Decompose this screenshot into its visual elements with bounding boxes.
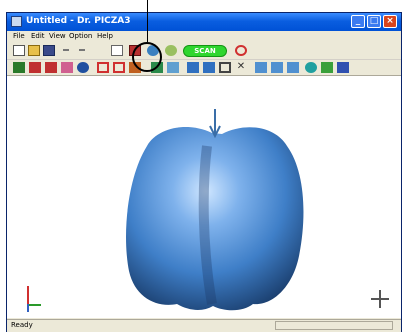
delete-icon[interactable]: ✕ — [235, 62, 247, 73]
move-icon[interactable] — [287, 62, 299, 73]
window-title: Untitled - Dr. PICZA3 — [26, 16, 131, 26]
move-icon[interactable] — [187, 62, 199, 73]
new-file-icon[interactable] — [13, 45, 25, 56]
menu-view[interactable]: View — [49, 32, 66, 40]
status-bar: Ready — [7, 319, 401, 332]
menu-help[interactable]: Help — [97, 32, 113, 40]
separator-icon — [63, 49, 69, 51]
select-icon[interactable] — [61, 62, 73, 73]
save-icon[interactable] — [43, 45, 55, 56]
move-icon[interactable] — [255, 62, 267, 73]
status-text: Ready — [11, 321, 33, 329]
minimize-button[interactable]: _ — [351, 15, 365, 28]
sphere-icon[interactable] — [77, 62, 89, 73]
close-button[interactable]: × — [383, 15, 397, 28]
callout-line — [147, 0, 148, 42]
move-icon[interactable] — [203, 62, 215, 73]
main-toolbar: SCAN — [7, 43, 401, 60]
menu-option[interactable]: Option — [69, 32, 92, 40]
scanned-object — [126, 109, 304, 311]
view-icon[interactable] — [337, 62, 349, 73]
callout-circle — [132, 42, 162, 72]
status-panel — [275, 321, 393, 330]
maximize-button[interactable]: □ — [367, 15, 381, 28]
zoom-icon[interactable] — [219, 62, 231, 73]
axes-icon — [21, 286, 45, 312]
view-icon[interactable] — [167, 62, 179, 73]
view-icon[interactable] — [165, 45, 177, 56]
sphere-icon[interactable] — [305, 62, 317, 73]
zoom-icon[interactable] — [235, 45, 247, 56]
select-icon[interactable] — [45, 62, 57, 73]
axes-icon[interactable] — [13, 62, 25, 73]
view-icon[interactable] — [321, 62, 333, 73]
app-icon — [11, 16, 22, 27]
select-icon[interactable] — [29, 62, 41, 73]
title-bar[interactable]: Untitled - Dr. PICZA3 _ □ × — [7, 13, 401, 31]
zoom-icon[interactable] — [113, 62, 125, 73]
menu-edit[interactable]: Edit — [31, 32, 45, 40]
open-folder-icon[interactable] — [28, 45, 40, 56]
app-window: Untitled - Dr. PICZA3 _ □ × File Edit Vi… — [6, 12, 402, 332]
zoom-icon[interactable] — [97, 62, 109, 73]
menu-bar: File Edit View Option Help — [7, 31, 401, 42]
3d-viewport[interactable] — [7, 76, 401, 318]
view-toolbar: ✕ — [7, 60, 401, 76]
separator-icon — [79, 49, 85, 51]
menu-file[interactable]: File — [13, 32, 25, 40]
move-cursor-icon — [371, 290, 389, 308]
scan-button[interactable]: SCAN — [183, 45, 227, 57]
copy-icon[interactable] — [111, 45, 123, 56]
move-icon[interactable] — [271, 62, 283, 73]
